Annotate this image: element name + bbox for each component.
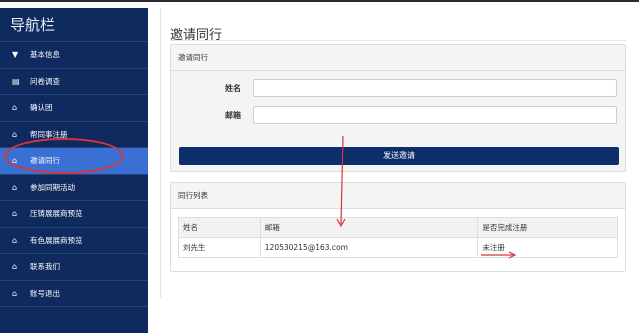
send-invite-button[interactable]: 发送邀请 [179,147,619,165]
sidebar-item-label: 联系我们 [30,262,60,272]
name-label: 姓名 [225,83,241,93]
title-rule [170,40,626,41]
sidebar-item-logout[interactable]: ⌂ 账号退出 [0,281,148,307]
column-header-registered: 是否完成注册 [477,217,618,238]
top-rule [0,0,639,2]
sidebar-item-label: 确认团 [30,103,53,113]
sidebar-item-label: 邀请同行 [30,156,60,166]
invite-panel-heading: 邀请同行 [171,45,625,71]
home-icon: ⌂ [12,129,18,139]
home-icon: ⌂ [12,235,18,245]
filter-icon: ▼ [12,50,19,60]
peer-list-panel: 同行列表 姓名 邮箱 是否完成注册 刘先生 120530215@163.com … [170,182,626,272]
home-icon: ⌂ [12,262,18,272]
home-icon: ⌂ [12,156,18,166]
peer-list-heading: 同行列表 [171,183,625,209]
sidebar-item-label: 账号退出 [30,288,60,298]
sidebar-item-basic-info[interactable]: ▼ 基本信息 [0,42,148,69]
cell-email: 120530215@163.com [259,237,479,258]
sidebar-item-survey[interactable]: ▤ 问卷调查 [0,69,148,95]
sidebar-item-label: 问卷调查 [30,76,60,86]
home-icon: ⌂ [12,288,18,298]
name-field-row: 姓名 [171,79,617,97]
invite-panel: 邀请同行 姓名 邮箱 发送邀请 [170,44,626,172]
sidebar-item-nonferrous-exhibitors[interactable]: ⌂ 有色展展商预览 [0,228,148,254]
sidebar-item-label: 参加同期活动 [30,182,75,192]
cell-name: 刘先生 [178,237,261,258]
sidebar-item-invite-peers[interactable]: ⌂ 邀请同行 [0,148,148,175]
email-input[interactable] [253,106,617,124]
table-header-row: 姓名 邮箱 是否完成注册 [178,217,618,238]
sidebar-title: 导航栏 [0,8,148,42]
sidebar-item-label: 压铸展展商预览 [30,209,83,219]
email-field-row: 邮箱 [171,106,617,124]
sidebar-item-register-colleague[interactable]: ⌂ 帮同事注册 [0,122,148,148]
content-divider [160,8,161,298]
keyboard-icon: ▤ [12,76,20,86]
name-input[interactable] [253,79,617,97]
sidebar: 导航栏 ▼ 基本信息 ▤ 问卷调查 ⌂ 确认团 ⌂ 帮同事注册 ⌂ 邀请同行 ⌂… [0,8,148,333]
sidebar-item-label: 有色展展商预览 [30,235,83,245]
home-icon: ⌂ [12,103,18,113]
email-label: 邮箱 [225,110,241,120]
sidebar-item-diecasting-exhibitors[interactable]: ⌂ 压铸展展商预览 [0,201,148,228]
cell-status: 未注册 [477,237,618,258]
home-icon: ⌂ [12,182,18,192]
sidebar-item-contact-us[interactable]: ⌂ 联系我们 [0,254,148,281]
column-header-name: 姓名 [178,217,261,238]
column-header-email: 邮箱 [259,217,479,238]
sidebar-item-events[interactable]: ⌂ 参加同期活动 [0,175,148,201]
home-icon: ⌂ [12,209,18,219]
sidebar-item-label: 基本信息 [30,50,60,60]
sidebar-item-confirm-group[interactable]: ⌂ 确认团 [0,95,148,122]
peer-table: 姓名 邮箱 是否完成注册 刘先生 120530215@163.com 未注册 [178,217,618,258]
sidebar-item-label: 帮同事注册 [30,129,68,139]
table-row: 刘先生 120530215@163.com 未注册 [178,237,618,258]
